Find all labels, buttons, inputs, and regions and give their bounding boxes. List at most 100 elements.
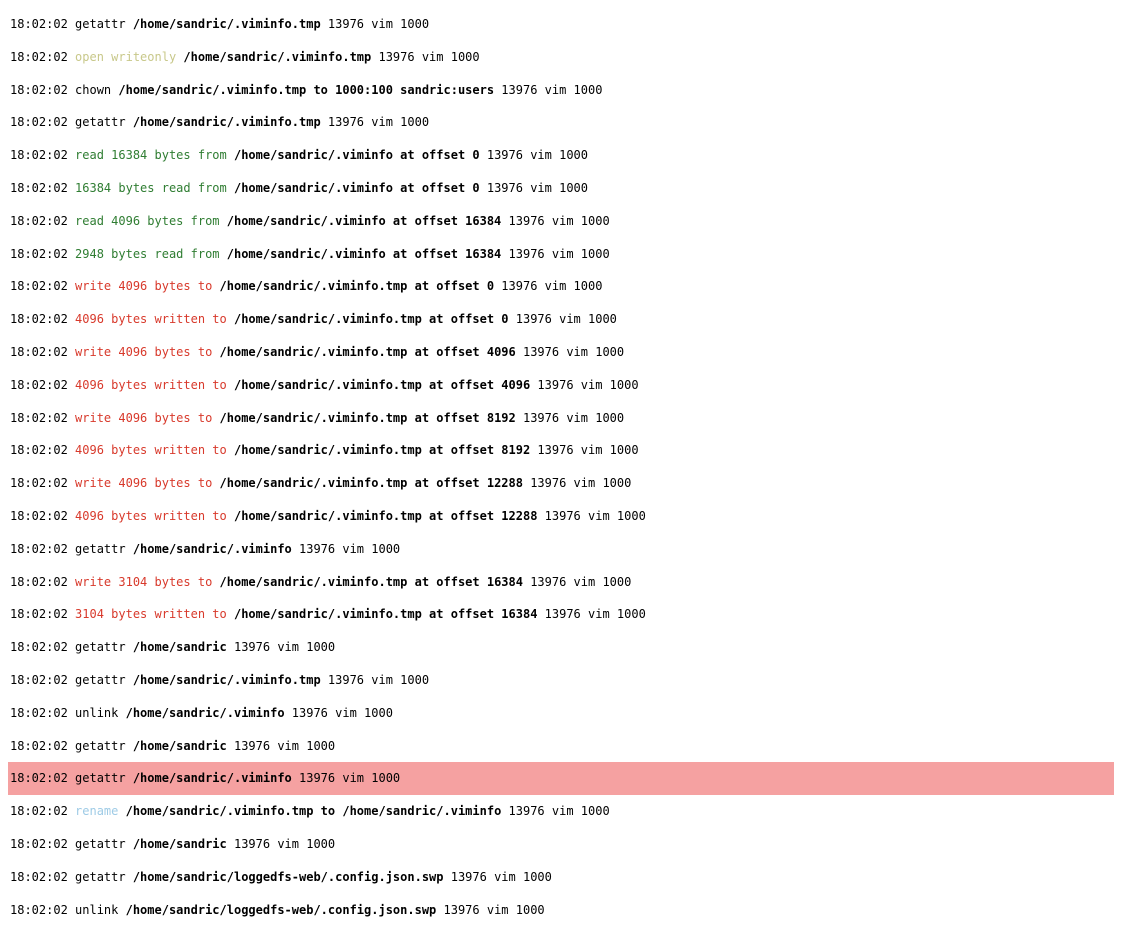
log-span: 18:02:02 bbox=[10, 607, 75, 621]
log-row[interactable]: 18:02:02 write 4096 bytes to /home/sandr… bbox=[8, 270, 1114, 303]
log-span: /home/sandric/.viminfo bbox=[133, 771, 292, 785]
log-row[interactable]: 18:02:02 write 3104 bytes to /home/sandr… bbox=[8, 566, 1114, 599]
log-row[interactable]: 18:02:02 read 16384 bytes from /home/san… bbox=[8, 139, 1114, 172]
log-viewer: 18:02:02 getattr /home/sandric/.viminfo.… bbox=[8, 8, 1114, 926]
log-span: open writeonly bbox=[75, 50, 183, 64]
log-row[interactable]: 18:02:02 open writeonly /home/sandric/.v… bbox=[8, 41, 1114, 74]
log-row[interactable]: 18:02:02 unlink /home/sandric/loggedfs-w… bbox=[8, 894, 1114, 927]
log-row[interactable]: 18:02:02 rename /home/sandric/.viminfo.t… bbox=[8, 795, 1114, 828]
log-row[interactable]: 18:02:02 write 4096 bytes to /home/sandr… bbox=[8, 336, 1114, 369]
log-span: /home/sandric/.viminfo.tmp to 1000:100 s… bbox=[118, 83, 494, 97]
log-row[interactable]: 18:02:02 getattr /home/sandric 13976 vim… bbox=[8, 828, 1114, 861]
log-span: getattr bbox=[75, 739, 133, 753]
log-row[interactable]: 18:02:02 getattr /home/sandric/.viminfo.… bbox=[8, 106, 1114, 139]
log-row[interactable]: 18:02:02 2948 bytes read from /home/sand… bbox=[8, 238, 1114, 271]
log-span: 13976 vim 1000 bbox=[321, 115, 429, 129]
log-span: 18:02:02 bbox=[10, 443, 75, 457]
log-row[interactable]: 18:02:02 getattr /home/sandric/.viminfo.… bbox=[8, 8, 1114, 41]
log-span: 13976 vim 1000 bbox=[480, 181, 588, 195]
log-span: 18:02:02 bbox=[10, 214, 75, 228]
log-span: 13976 vim 1000 bbox=[530, 378, 638, 392]
log-span: 16384 bytes read from bbox=[75, 181, 234, 195]
log-span: 13976 vim 1000 bbox=[480, 148, 588, 162]
log-span: 13976 vim 1000 bbox=[537, 607, 645, 621]
log-span: 13976 vim 1000 bbox=[501, 804, 609, 818]
log-span: /home/sandric/.viminfo at offset 16384 bbox=[227, 247, 502, 261]
log-span: write 4096 bytes to bbox=[75, 476, 220, 490]
log-row[interactable]: 18:02:02 chown /home/sandric/.viminfo.tm… bbox=[8, 74, 1114, 107]
log-row[interactable]: 18:02:02 4096 bytes written to /home/san… bbox=[8, 434, 1114, 467]
log-span: 13976 vim 1000 bbox=[509, 312, 617, 326]
log-span: 13976 vim 1000 bbox=[501, 247, 609, 261]
log-row[interactable]: 18:02:02 write 4096 bytes to /home/sandr… bbox=[8, 402, 1114, 435]
log-span: read 16384 bytes from bbox=[75, 148, 234, 162]
log-span: 18:02:02 bbox=[10, 575, 75, 589]
log-span: 18:02:02 bbox=[10, 17, 75, 31]
log-span: /home/sandric/.viminfo bbox=[133, 542, 292, 556]
log-row[interactable]: 18:02:02 write 4096 bytes to /home/sandr… bbox=[8, 467, 1114, 500]
log-span: write 4096 bytes to bbox=[75, 411, 220, 425]
log-row[interactable]: 18:02:02 getattr /home/sandric/.viminfo.… bbox=[8, 664, 1114, 697]
log-span: /home/sandric/.viminfo at offset 0 bbox=[234, 181, 480, 195]
log-span: /home/sandric bbox=[133, 640, 227, 654]
log-row[interactable]: 18:02:02 4096 bytes written to /home/san… bbox=[8, 500, 1114, 533]
log-row[interactable]: 18:02:02 getattr /home/sandric 13976 vim… bbox=[8, 631, 1114, 664]
log-span: 4096 bytes written to bbox=[75, 443, 234, 457]
log-span: 13976 vim 1000 bbox=[321, 17, 429, 31]
log-span: 13976 vim 1000 bbox=[444, 870, 552, 884]
log-span: 4096 bytes written to bbox=[75, 509, 234, 523]
log-span: 13976 vim 1000 bbox=[292, 771, 400, 785]
log-span: getattr bbox=[75, 542, 133, 556]
log-span: /home/sandric bbox=[133, 837, 227, 851]
log-span: getattr bbox=[75, 837, 133, 851]
log-span: write 4096 bytes to bbox=[75, 345, 220, 359]
log-row[interactable]: 18:02:02 getattr /home/sandric/loggedfs-… bbox=[8, 861, 1114, 894]
log-span: /home/sandric/.viminfo.tmp at offset 819… bbox=[234, 443, 530, 457]
log-span: /home/sandric/.viminfo.tmp to /home/sand… bbox=[126, 804, 502, 818]
log-span: 18:02:02 bbox=[10, 706, 75, 720]
log-span: 13976 vim 1000 bbox=[292, 542, 400, 556]
log-span: chown bbox=[75, 83, 118, 97]
log-span: 18:02:02 bbox=[10, 378, 75, 392]
log-row[interactable]: 18:02:02 getattr /home/sandric/.viminfo … bbox=[8, 533, 1114, 566]
log-span: getattr bbox=[75, 640, 133, 654]
log-row[interactable]: 18:02:02 4096 bytes written to /home/san… bbox=[8, 369, 1114, 402]
log-span: 18:02:02 bbox=[10, 50, 75, 64]
log-span: write 4096 bytes to bbox=[75, 279, 220, 293]
log-row[interactable]: 18:02:02 getattr /home/sandric 13976 vim… bbox=[8, 730, 1114, 763]
log-span: 18:02:02 bbox=[10, 312, 75, 326]
log-span: /home/sandric bbox=[133, 739, 227, 753]
log-span: 18:02:02 bbox=[10, 870, 75, 884]
log-span: 18:02:02 bbox=[10, 739, 75, 753]
log-row[interactable]: 18:02:02 read 4096 bytes from /home/sand… bbox=[8, 205, 1114, 238]
log-span: 18:02:02 bbox=[10, 181, 75, 195]
log-span: /home/sandric/loggedfs-web/.config.json.… bbox=[133, 870, 444, 884]
log-span: 18:02:02 bbox=[10, 345, 75, 359]
log-span: /home/sandric/.viminfo.tmp at offset 409… bbox=[234, 378, 530, 392]
log-row[interactable]: 18:02:02 getattr /home/sandric/.viminfo … bbox=[8, 762, 1114, 795]
log-span: 18:02:02 bbox=[10, 115, 75, 129]
log-span: 13976 vim 1000 bbox=[516, 411, 624, 425]
log-span: /home/sandric/.viminfo bbox=[126, 706, 285, 720]
log-span: 13976 vim 1000 bbox=[285, 706, 393, 720]
log-row[interactable]: 18:02:02 16384 bytes read from /home/san… bbox=[8, 172, 1114, 205]
log-row[interactable]: 18:02:02 unlink /home/sandric/.viminfo 1… bbox=[8, 697, 1114, 730]
log-span: 4096 bytes written to bbox=[75, 378, 234, 392]
log-span: /home/sandric/.viminfo at offset 16384 bbox=[227, 214, 502, 228]
log-span: 18:02:02 bbox=[10, 903, 75, 917]
log-span: /home/sandric/.viminfo.tmp bbox=[133, 17, 321, 31]
log-span: 18:02:02 bbox=[10, 837, 75, 851]
log-span: 13976 vim 1000 bbox=[321, 673, 429, 687]
log-span: /home/sandric/.viminfo.tmp bbox=[133, 115, 321, 129]
log-span: read 4096 bytes from bbox=[75, 214, 227, 228]
log-span: 13976 vim 1000 bbox=[537, 509, 645, 523]
log-span: getattr bbox=[75, 115, 133, 129]
log-span: 13976 vim 1000 bbox=[501, 214, 609, 228]
log-span: rename bbox=[75, 804, 126, 818]
log-row[interactable]: 18:02:02 3104 bytes written to /home/san… bbox=[8, 598, 1114, 631]
log-row[interactable]: 18:02:02 4096 bytes written to /home/san… bbox=[8, 303, 1114, 336]
log-span: 18:02:02 bbox=[10, 640, 75, 654]
log-span: 13976 vim 1000 bbox=[227, 837, 335, 851]
log-span: unlink bbox=[75, 706, 126, 720]
log-span: 18:02:02 bbox=[10, 804, 75, 818]
